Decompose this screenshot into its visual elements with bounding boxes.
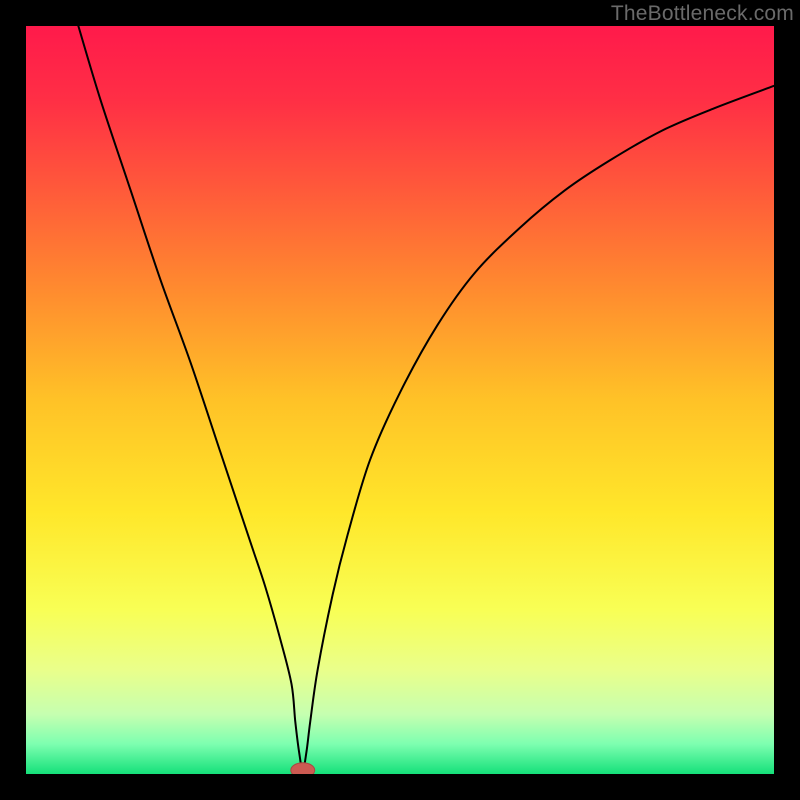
gradient-background — [26, 26, 774, 774]
watermark-text: TheBottleneck.com — [611, 2, 794, 26]
bottleneck-chart — [26, 26, 774, 774]
chart-frame — [26, 26, 774, 774]
optimal-point-marker — [291, 763, 315, 774]
